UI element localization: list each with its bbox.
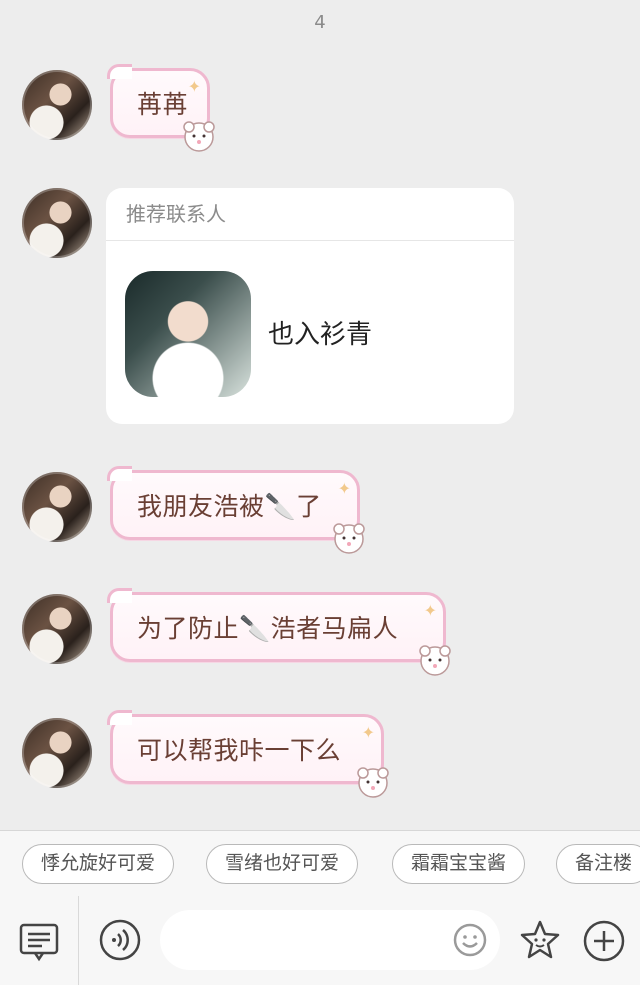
message-bubble[interactable]: ✦ 苒苒 [110, 68, 215, 152]
star-face-icon[interactable] [518, 918, 562, 962]
sparkle-icon: ✦ [361, 723, 375, 742]
bear-sticker-icon [413, 641, 457, 681]
message-text: 可以帮我咔一下么 [137, 736, 342, 765]
avatar[interactable] [22, 70, 92, 140]
emoji-icon[interactable] [452, 922, 488, 958]
contact-photo [125, 271, 251, 397]
quick-reply-bar: 悸允旋好可爱 雪绪也好可爱 霜霜宝宝酱 备注楼 [0, 830, 640, 897]
avatar[interactable] [22, 594, 92, 664]
input-bar [0, 896, 640, 985]
keyboard-menu-icon[interactable] [18, 922, 60, 962]
avatar[interactable] [22, 472, 92, 542]
bear-sticker-icon [351, 763, 395, 803]
bear-sticker-icon [327, 519, 371, 559]
sparkle-icon: ✦ [423, 601, 437, 620]
message-text: 苒苒 [137, 90, 189, 119]
quick-reply-chip[interactable]: 雪绪也好可爱 [206, 844, 359, 884]
quick-reply-chip[interactable]: 备注楼 [556, 844, 640, 884]
message-bubble[interactable]: ✦ 我朋友浩被🔪了 [110, 470, 365, 554]
message-bubble[interactable]: ✦ 可以帮我咔一下么 [110, 714, 389, 798]
contact-card-title: 推荐联系人 [106, 188, 514, 241]
quick-reply-chip[interactable]: 悸允旋好可爱 [22, 844, 175, 884]
message-input[interactable] [160, 910, 500, 970]
sparkle-icon: ✦ [337, 479, 351, 498]
avatar[interactable] [22, 718, 92, 788]
contact-name: 也入衫青 [268, 320, 373, 350]
plus-icon[interactable] [583, 920, 625, 962]
message-bubble[interactable]: ✦ 为了防止🔪浩者马扁人 [110, 592, 451, 676]
message-count: 4 [314, 12, 326, 33]
avatar[interactable] [22, 188, 92, 258]
divider [78, 896, 79, 985]
message-text: 我朋友浩被🔪了 [137, 492, 322, 521]
contact-card[interactable]: 推荐联系人 也入衫青 [106, 188, 514, 424]
bear-sticker-icon [177, 117, 221, 157]
message-text: 为了防止🔪浩者马扁人 [137, 614, 399, 643]
voice-icon[interactable] [99, 919, 141, 961]
sparkle-icon: ✦ [187, 77, 201, 96]
quick-reply-chip[interactable]: 霜霜宝宝酱 [392, 844, 526, 884]
